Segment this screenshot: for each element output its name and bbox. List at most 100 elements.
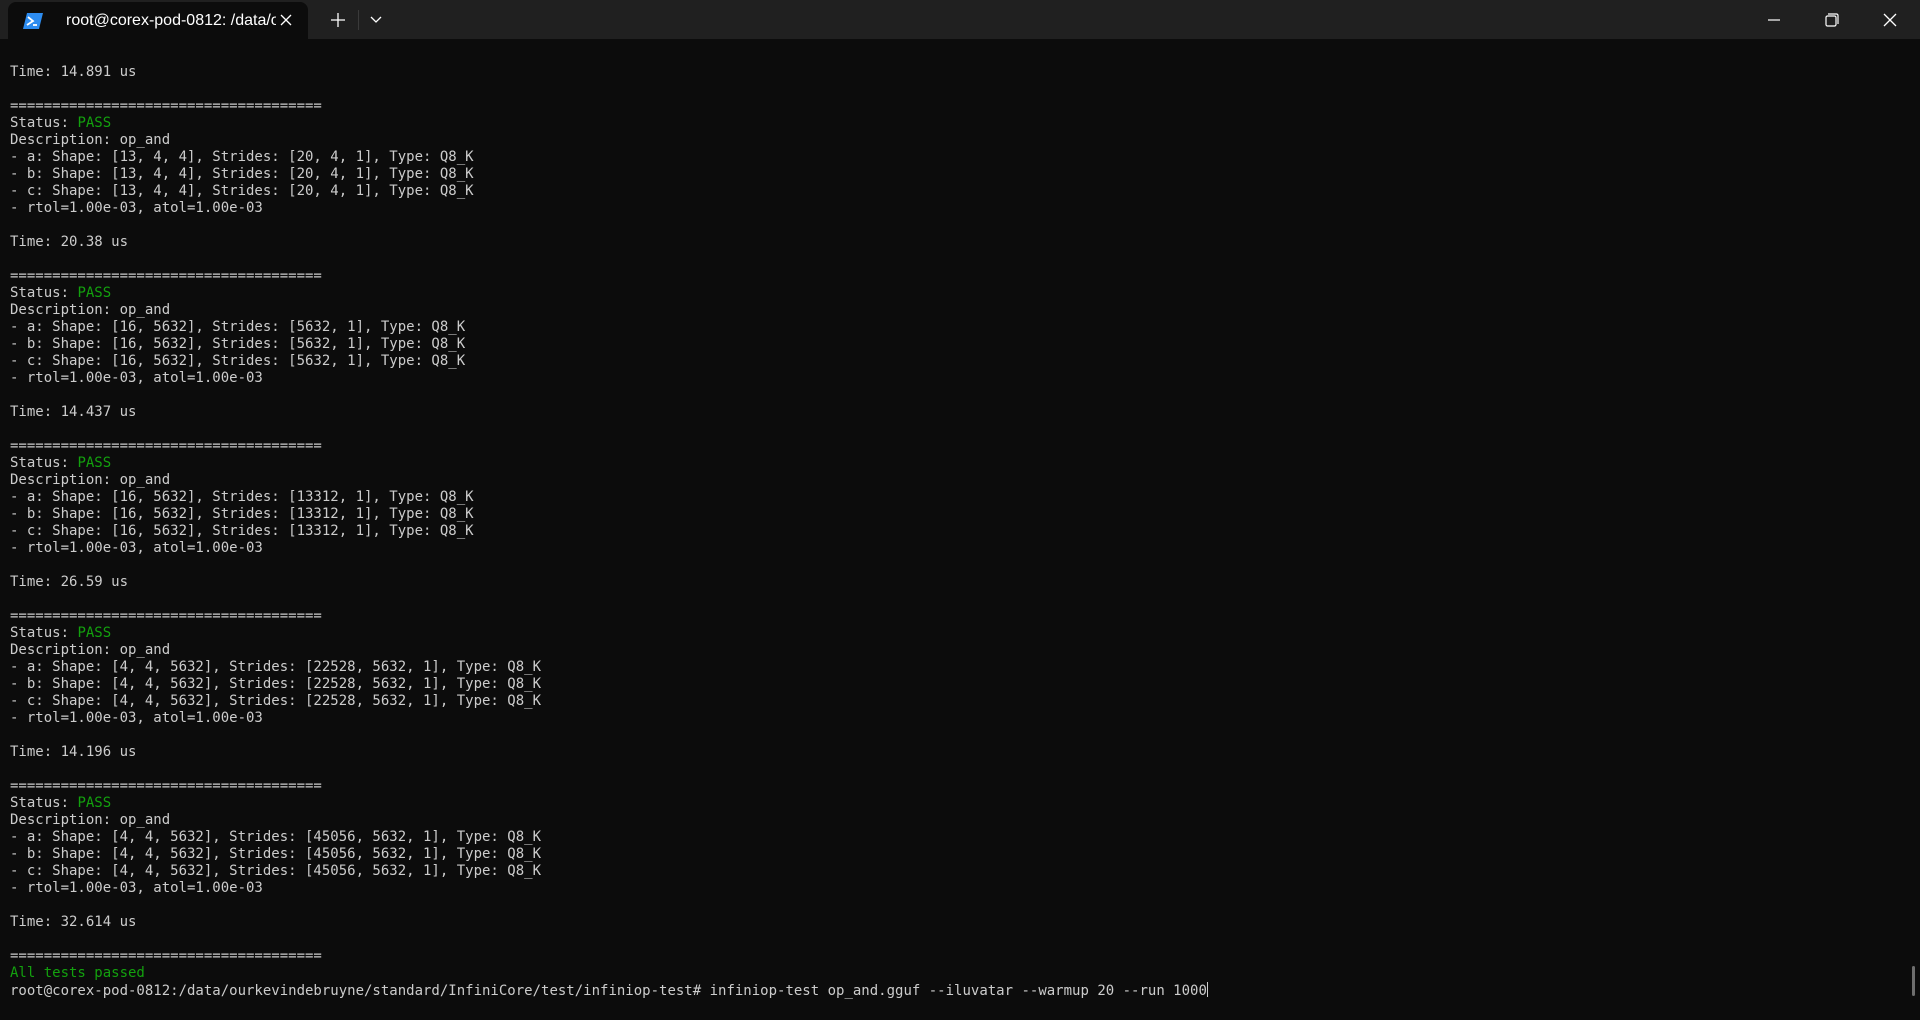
terminal-line: =====================================	[10, 608, 1900, 625]
terminal-line: - a: Shape: [16, 5632], Strides: [5632, …	[10, 319, 1900, 336]
status-value: PASS	[77, 455, 112, 471]
line-text: - b: Shape: [16, 5632], Strides: [5632, …	[10, 336, 466, 352]
restore-button[interactable]	[1809, 0, 1855, 39]
line-text: - c: Shape: [13, 4, 4], Strides: [20, 4,…	[10, 183, 474, 199]
line-text: =====================================	[10, 268, 322, 284]
line-text: - c: Shape: [16, 5632], Strides: [13312,…	[10, 523, 474, 539]
line-text: =====================================	[10, 948, 322, 964]
terminal-line: - b: Shape: [16, 5632], Strides: [13312,…	[10, 506, 1900, 523]
line-text: - a: Shape: [13, 4, 4], Strides: [20, 4,…	[10, 149, 474, 165]
new-tab-button[interactable]	[318, 0, 358, 39]
terminal-line: - b: Shape: [4, 4, 5632], Strides: [4505…	[10, 846, 1900, 863]
line-text: - b: Shape: [13, 4, 4], Strides: [20, 4,…	[10, 166, 474, 182]
terminal-line: Description: op_and	[10, 472, 1900, 489]
terminal-line: =====================================	[10, 778, 1900, 795]
line-text: - c: Shape: [4, 4, 5632], Strides: [4505…	[10, 863, 542, 879]
terminal-line: - a: Shape: [4, 4, 5632], Strides: [4505…	[10, 829, 1900, 846]
terminal-line: Time: 14.891 us	[10, 64, 1900, 81]
line-text: - b: Shape: [4, 4, 5632], Strides: [4505…	[10, 846, 542, 862]
terminal-line: - a: Shape: [4, 4, 5632], Strides: [2252…	[10, 659, 1900, 676]
terminal-line: - b: Shape: [16, 5632], Strides: [5632, …	[10, 336, 1900, 353]
line-text: =====================================	[10, 98, 322, 114]
command-input[interactable]: infiniop-test op_and.gguf --iluvatar --w…	[710, 983, 1207, 999]
line-text: - a: Shape: [4, 4, 5632], Strides: [4505…	[10, 829, 542, 845]
status-value: PASS	[77, 285, 112, 301]
terminal-line: - c: Shape: [13, 4, 4], Strides: [20, 4,…	[10, 183, 1900, 200]
line-text: Time: 14.196 us	[10, 744, 137, 760]
line-text: Time: 20.38 us	[10, 234, 129, 250]
status-value: PASS	[77, 115, 112, 131]
tab-dropdown-button[interactable]	[360, 0, 392, 39]
line-text: - rtol=1.00e-03, atol=1.00e-03	[10, 370, 263, 386]
terminal-line: - rtol=1.00e-03, atol=1.00e-03	[10, 710, 1900, 727]
line-text: =====================================	[10, 438, 322, 454]
terminal-line: Description: op_and	[10, 132, 1900, 149]
terminal-line: Time: 14.437 us	[10, 404, 1900, 421]
line-text: =====================================	[10, 608, 322, 624]
terminal-line: Description: op_and	[10, 812, 1900, 829]
tab-title: root@corex-pod-0812: /data/o	[66, 11, 276, 29]
minimize-button[interactable]	[1751, 0, 1797, 39]
line-text: - rtol=1.00e-03, atol=1.00e-03	[10, 710, 263, 726]
line-text: Description: op_and	[10, 132, 171, 148]
chevron-down-icon	[370, 16, 382, 23]
terminal-line: - b: Shape: [4, 4, 5632], Strides: [2252…	[10, 676, 1900, 693]
terminal-line: Status: PASS	[10, 455, 1900, 472]
plus-icon	[331, 12, 345, 27]
status-label: Status:	[10, 115, 78, 131]
terminal-line: - a: Shape: [13, 4, 4], Strides: [20, 4,…	[10, 149, 1900, 166]
terminal-line: - rtol=1.00e-03, atol=1.00e-03	[10, 370, 1900, 387]
status-value: All tests passed	[10, 965, 145, 981]
close-window-button[interactable]	[1867, 0, 1913, 39]
terminal-line: - c: Shape: [16, 5632], Strides: [13312,…	[10, 523, 1900, 540]
terminal-line: - b: Shape: [13, 4, 4], Strides: [20, 4,…	[10, 166, 1900, 183]
terminal-line: Description: op_and	[10, 302, 1900, 319]
line-text: - b: Shape: [16, 5632], Strides: [13312,…	[10, 506, 474, 522]
terminal-tab[interactable]: root@corex-pod-0812: /data/o	[8, 2, 308, 39]
line-text: Time: 32.614 us	[10, 914, 137, 930]
terminal-line: Status: PASS	[10, 795, 1900, 812]
terminal-line: =====================================	[10, 98, 1900, 115]
terminal-line: Description: op_and	[10, 642, 1900, 659]
terminal-line: Status: PASS	[10, 625, 1900, 642]
terminal-line: Time: 20.38 us	[10, 234, 1900, 251]
terminal-line: =====================================	[10, 268, 1900, 285]
line-text: - rtol=1.00e-03, atol=1.00e-03	[10, 880, 263, 896]
minimize-icon	[1768, 18, 1780, 21]
powershell-icon	[22, 11, 44, 31]
close-tab-icon[interactable]	[276, 10, 296, 30]
line-text: - c: Shape: [16, 5632], Strides: [5632, …	[10, 353, 466, 369]
status-label: Status:	[10, 795, 78, 811]
scrollbar[interactable]	[1912, 966, 1915, 996]
terminal-line: Time: 32.614 us	[10, 914, 1900, 931]
prompt-line[interactable]: root@corex-pod-0812:/data/ourkevindebruy…	[10, 982, 1900, 999]
line-text: =====================================	[10, 778, 322, 794]
line-text: Description: op_and	[10, 642, 171, 658]
terminal-line: =====================================	[10, 438, 1900, 455]
line-text: - c: Shape: [4, 4, 5632], Strides: [2252…	[10, 693, 542, 709]
line-text: - rtol=1.00e-03, atol=1.00e-03	[10, 200, 263, 216]
line-text: Description: op_and	[10, 812, 171, 828]
line-text: - a: Shape: [16, 5632], Strides: [13312,…	[10, 489, 474, 505]
line-text: - rtol=1.00e-03, atol=1.00e-03	[10, 540, 263, 556]
line-text: - b: Shape: [4, 4, 5632], Strides: [2252…	[10, 676, 542, 692]
line-text: Time: 14.891 us	[10, 64, 137, 80]
terminal-line: - rtol=1.00e-03, atol=1.00e-03	[10, 200, 1900, 217]
line-text: Time: 14.437 us	[10, 404, 137, 420]
terminal-output[interactable]: Time: 14.891 us =========================…	[10, 64, 1900, 1010]
status-label: Status:	[10, 455, 78, 471]
terminal-line: Status: PASS	[10, 115, 1900, 132]
terminal-line: - c: Shape: [16, 5632], Strides: [5632, …	[10, 353, 1900, 370]
terminal-line: - rtol=1.00e-03, atol=1.00e-03	[10, 880, 1900, 897]
terminal-line: Status: PASS	[10, 285, 1900, 302]
shell-prompt: root@corex-pod-0812:/data/ourkevindebruy…	[10, 983, 710, 999]
